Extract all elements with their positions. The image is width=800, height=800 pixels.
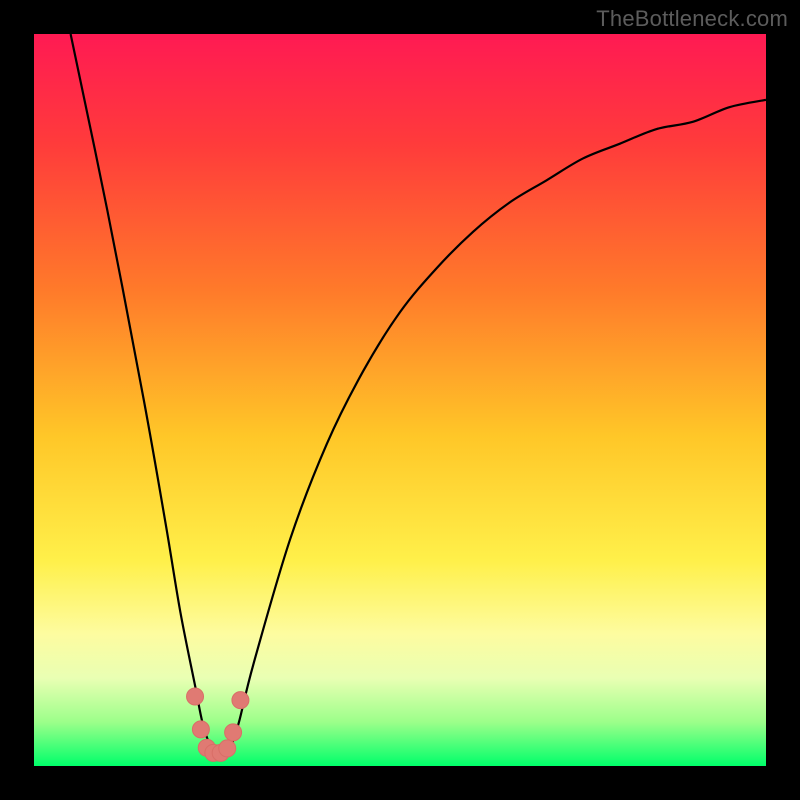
curve-marker [232,692,249,709]
watermark-text: TheBottleneck.com [596,6,788,32]
curve-marker [225,724,242,741]
curve-marker [219,740,236,757]
curve-marker [187,688,204,705]
curve-marker [192,721,209,738]
plot-svg [34,34,766,766]
chart-frame: TheBottleneck.com [0,0,800,800]
plot-area [34,34,766,766]
